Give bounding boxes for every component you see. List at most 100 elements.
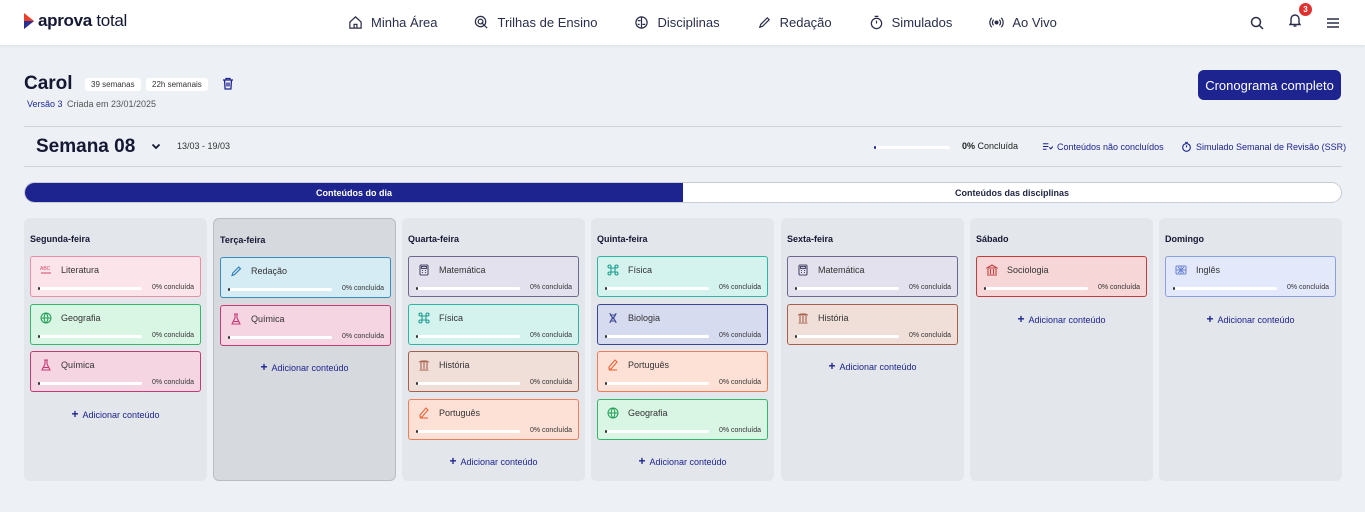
pillar-icon xyxy=(797,311,809,324)
pen-icon xyxy=(230,264,242,277)
add-content-button[interactable]: + Adicionar conteúdo xyxy=(781,359,964,373)
subject-label: Redação xyxy=(251,266,288,276)
nav-ao-vivo[interactable]: Ao Vivo xyxy=(989,15,1057,30)
nav-disciplinas[interactable]: Disciplinas xyxy=(634,15,720,30)
subject-label: Geografia xyxy=(61,312,101,323)
top-actions: 3 xyxy=(1249,0,1341,45)
day-column-sexta-feira[interactable]: Sexta-feira Matemática 0% concluída Históri… xyxy=(781,218,964,481)
subject-card-sociologia[interactable]: Sociologia 0% concluída xyxy=(976,256,1147,297)
subject-label: Geografia xyxy=(628,407,668,418)
subject-label: Física xyxy=(439,312,464,323)
nav-trilhas[interactable]: Trilhas de Ensino xyxy=(474,15,597,30)
subject-progress-text: 0% concluída xyxy=(529,379,572,386)
nav-redacao[interactable]: Redação xyxy=(757,15,832,30)
subject-card-historia[interactable]: História 0% concluída xyxy=(787,303,958,345)
add-content-button[interactable]: + Adicionar conteúdo xyxy=(24,407,207,421)
subject-card-quimica[interactable]: Química 0% concluída xyxy=(30,351,201,392)
institution-icon xyxy=(985,263,999,276)
search-icon[interactable] xyxy=(1249,15,1265,31)
day-name: Quinta-feira xyxy=(597,234,648,244)
subject-progress-bar xyxy=(795,334,899,338)
chevron-down-icon[interactable] xyxy=(151,141,161,151)
day-column-segunda-feira[interactable]: Segunda-feira ABC Literatura 0% concluída Ge… xyxy=(24,218,207,481)
plus-icon: + xyxy=(638,454,646,468)
subject-label: Português xyxy=(439,407,481,418)
tab-conteudos-das-disciplinas[interactable]: Conteúdos das disciplinas xyxy=(683,183,1341,202)
subject-card-biologia[interactable]: Biologia 0% concluída xyxy=(597,303,768,345)
week-title[interactable]: Semana 08 xyxy=(36,136,135,158)
day-column-sabado[interactable]: Sábado Sociologia 0% concluída + Adicionar c… xyxy=(970,218,1153,481)
day-column-quarta-feira[interactable]: Quarta-feira Matemática 0% concluída Física… xyxy=(402,218,585,481)
subject-progress-bar xyxy=(38,382,142,385)
subject-card-matematica[interactable]: Matemática 0% concluída xyxy=(787,256,958,297)
subject-card-literatura[interactable]: ABC Literatura 0% concluída xyxy=(30,256,201,297)
subject-progress-bar xyxy=(416,287,520,290)
subject-card-historia[interactable]: História 0% concluída xyxy=(408,351,579,392)
plan-version-link[interactable]: Versão 3 xyxy=(27,99,63,109)
flask-icon xyxy=(40,358,52,371)
nav-minha-area[interactable]: Minha Área xyxy=(348,15,437,30)
subject-card-fisica[interactable]: Física 0% concluída xyxy=(408,303,579,345)
plus-icon: + xyxy=(828,359,836,373)
stopwatch-icon xyxy=(870,15,882,30)
plus-icon: + xyxy=(1017,311,1025,326)
globe-icon xyxy=(40,311,52,323)
subject-card-quimica[interactable]: Química 0% concluída xyxy=(220,304,391,346)
subject-progress-text: 0% concluída xyxy=(908,284,951,291)
subject-progress-text: 0% concluída xyxy=(151,379,194,386)
subject-card-portugues[interactable]: Português 0% concluída xyxy=(597,351,768,392)
subject-label: Biologia xyxy=(628,312,661,323)
logo-mark-icon xyxy=(24,13,34,29)
ssr-link[interactable]: Simulado Semanal de Revisão (SSR) xyxy=(1181,141,1346,152)
day-column-terca-feira[interactable]: Terça-feira Redação 0% concluída Química 0% … xyxy=(213,218,396,481)
subject-progress-bar xyxy=(605,382,709,385)
subject-label: História xyxy=(439,360,470,370)
menu-icon[interactable] xyxy=(1325,15,1341,31)
add-content-button[interactable]: + Adicionar conteúdo xyxy=(1159,312,1342,326)
brand-logo[interactable]: aprova total xyxy=(24,11,127,31)
brain-icon xyxy=(635,16,649,29)
day-name: Terça-feira xyxy=(220,235,266,245)
full-schedule-button[interactable]: Cronograma completo xyxy=(1198,70,1341,100)
quill-icon xyxy=(607,358,619,371)
day-column-quinta-feira[interactable]: Quinta-feira Física 0% concluída Biologia 0%… xyxy=(591,218,774,481)
day-column-domingo[interactable]: Domingo Inglês 0% concluída + Adicionar cont… xyxy=(1159,218,1342,481)
subject-progress-text: 0% concluída xyxy=(718,426,761,434)
subject-progress-text: 0% concluída xyxy=(1097,284,1140,291)
home-icon xyxy=(349,16,362,29)
tab-conteudos-do-dia[interactable]: Conteúdos do dia xyxy=(25,183,683,202)
trash-icon[interactable] xyxy=(222,77,234,90)
flask-icon xyxy=(230,312,242,325)
subject-progress-bar xyxy=(605,429,709,433)
abc-icon: ABC xyxy=(40,263,52,275)
add-content-button[interactable]: + Adicionar conteúdo xyxy=(402,454,585,468)
subject-card-matematica[interactable]: Matemática 0% concluída xyxy=(408,256,579,297)
subject-card-redacao[interactable]: Redação 0% concluída xyxy=(220,257,391,298)
subject-progress-bar xyxy=(984,287,1088,290)
subject-label: Física xyxy=(628,265,653,275)
not-done-contents-link[interactable]: Conteúdos não concluídos xyxy=(1042,141,1164,152)
subject-card-fisica[interactable]: Física 0% concluída xyxy=(597,256,768,297)
main-nav: Minha Área Trilhas de Ensino Disciplinas… xyxy=(348,0,1094,45)
subject-card-ingles[interactable]: Inglês 0% concluída xyxy=(1165,256,1336,297)
plus-icon: + xyxy=(1206,311,1214,326)
subject-card-geografia[interactable]: Geografia 0% concluída xyxy=(597,398,768,440)
subject-progress-text: 0% concluída xyxy=(529,426,572,434)
subject-progress-text: 0% concluída xyxy=(529,331,572,339)
atom-icon xyxy=(607,263,619,276)
day-name: Segunda-feira xyxy=(30,234,91,244)
flag-icon xyxy=(1175,263,1187,275)
notifications-button[interactable]: 3 xyxy=(1287,3,1312,33)
subject-label: Química xyxy=(251,313,285,324)
subject-progress-text: 0% concluída xyxy=(341,285,384,292)
day-name: Sexta-feira xyxy=(787,234,834,244)
dna-icon xyxy=(607,311,619,323)
top-navbar: aprova total Minha Área Trilhas de Ensin… xyxy=(0,0,1365,45)
add-content-button[interactable]: + Adicionar conteúdo xyxy=(970,312,1153,326)
subject-card-geografia[interactable]: Geografia 0% concluída xyxy=(30,303,201,345)
divider xyxy=(24,166,1342,167)
add-content-button[interactable]: + Adicionar conteúdo xyxy=(591,454,774,468)
nav-simulados[interactable]: Simulados xyxy=(869,15,952,30)
subject-card-portugues[interactable]: Português 0% concluída xyxy=(408,398,579,440)
add-content-button[interactable]: + Adicionar conteúdo xyxy=(214,360,395,374)
